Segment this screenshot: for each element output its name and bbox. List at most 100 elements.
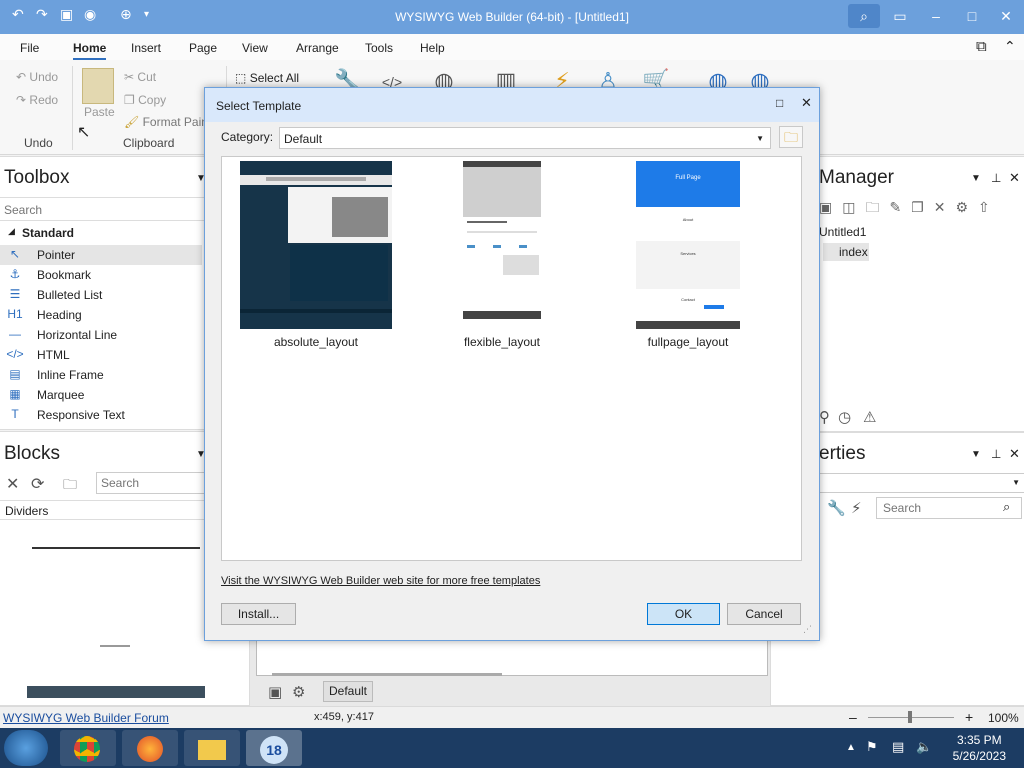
ok-button[interactable]: OK	[647, 603, 720, 625]
template-flexible-layout[interactable]: flexible_layout	[416, 161, 588, 349]
tool-item-inline-frame[interactable]: ▤ Inline Frame	[0, 365, 202, 385]
undo-button[interactable]: ↶ Undo	[16, 70, 58, 84]
toolbox-title: Toolbox	[4, 167, 70, 188]
copy-button[interactable]: ❐ Copy	[124, 93, 166, 107]
menu-help[interactable]: Help	[420, 41, 445, 55]
tool-item-marquee[interactable]: ▦ Marquee	[0, 385, 202, 405]
add-page-icon[interactable]: ▣	[268, 683, 282, 701]
zoom-slider-thumb[interactable]	[908, 711, 912, 723]
format-painter-button[interactable]: 🖌 Format Pain	[124, 115, 208, 129]
divider-preview[interactable]	[32, 547, 200, 549]
tool-item-label: Marquee	[37, 388, 85, 402]
tray-flag-icon[interactable]: ⚑	[866, 739, 878, 755]
dialog-maximize-button[interactable]: □	[776, 96, 783, 110]
manager-menu-icon[interactable]: ▼	[971, 173, 981, 184]
manager-toolbar[interactable]: ▣◫🗀✎❐✕⚙⇧	[819, 197, 1024, 219]
page-tab-default[interactable]: Default	[323, 681, 373, 702]
tool-item-label: Heading	[37, 308, 82, 322]
menu-view[interactable]: View	[242, 41, 268, 55]
browse-folder-icon[interactable]: 🗀	[779, 126, 803, 148]
tray-network-icon[interactable]: ▤	[892, 739, 904, 755]
horizontal-scrollbar[interactable]	[272, 673, 502, 676]
panel-close-icon[interactable]: ✕	[1009, 446, 1020, 462]
cut-button[interactable]: ✂ Cut	[124, 70, 156, 84]
wysiwyg-builder-icon[interactable]: 18	[246, 730, 302, 766]
start-button[interactable]	[4, 730, 48, 766]
taskbar-clock[interactable]: 3:35 PM 5/26/2023	[953, 732, 1006, 764]
minimize-button[interactable]: –	[918, 4, 954, 28]
cancel-button[interactable]: Cancel	[727, 603, 801, 625]
resize-grip-icon[interactable]: ⋰	[803, 624, 812, 635]
toolbox-search-input[interactable]	[4, 201, 202, 219]
paste-button[interactable]: Paste	[84, 105, 115, 119]
clock-time: 3:35 PM	[956, 733, 1002, 747]
object-selector[interactable]: ▼	[819, 473, 1024, 493]
maximize-button[interactable]: □	[954, 4, 990, 28]
collapse-ribbon-icon[interactable]: ⌃	[1004, 38, 1016, 55]
template-fullpage-layout[interactable]: Full Page About Services Contact fullpag…	[602, 161, 774, 349]
close-button[interactable]: ✕	[988, 4, 1024, 28]
dialog-title-bar[interactable]: Select Template □ ✕	[205, 88, 819, 122]
collapse-triangle-icon: ◢	[8, 226, 15, 236]
tool-item-bookmark[interactable]: ⚓ Bookmark	[0, 265, 202, 285]
block-folder-icon[interactable]: 🗀	[63, 474, 77, 498]
tool-item-responsive-text[interactable]: T Responsive Text	[0, 405, 202, 425]
pin-icon[interactable]: ⊥	[991, 171, 1001, 185]
hline-icon: —	[9, 327, 21, 341]
tool-item-heading[interactable]: H1 Heading	[0, 305, 202, 325]
select-all-button[interactable]: ⬚ Select All	[235, 71, 299, 85]
ribbon-display-icon[interactable]: ▭	[882, 4, 918, 28]
panel-options-icon[interactable]: ⧉	[976, 38, 987, 55]
menu-arrange[interactable]: Arrange	[296, 41, 339, 55]
wrench-small-icon[interactable]: 🔧	[827, 499, 846, 517]
tool-item-bulleted-list[interactable]: ☰ Bulleted List	[0, 285, 202, 305]
close-icon[interactable]: ✕	[6, 474, 19, 494]
code-icon: </>	[6, 347, 24, 361]
tree-site[interactable]: Untitled1	[819, 225, 866, 239]
properties-search-input[interactable]	[876, 497, 1022, 519]
menu-file[interactable]: File	[20, 41, 39, 55]
tool-item-horizontal-line[interactable]: — Horizontal Line	[0, 325, 202, 345]
menu-home[interactable]: Home	[73, 41, 107, 60]
template-name: absolute_layout	[273, 335, 359, 349]
file-explorer-icon[interactable]	[184, 730, 240, 766]
template-absolute-layout[interactable]: absolute_layout	[230, 161, 402, 349]
divider-preview-bar[interactable]	[27, 686, 205, 698]
pin-icon[interactable]: ⊥	[991, 447, 1001, 461]
blocks-category[interactable]: Dividers	[5, 504, 48, 518]
tray-expand-icon[interactable]: ▲	[846, 742, 856, 753]
zoom-out-button[interactable]: –	[849, 709, 857, 725]
more-templates-link[interactable]: Visit the WYSIWYG Web Builder web site f…	[221, 575, 540, 587]
menu-tools[interactable]: Tools	[365, 41, 393, 55]
page-canvas[interactable]	[256, 640, 768, 676]
marquee-icon: ▦	[9, 387, 21, 401]
tool-item-html[interactable]: </> HTML	[0, 345, 202, 365]
properties-menu-icon[interactable]: ▼	[971, 449, 981, 460]
pin-small-icon[interactable]: ⚲	[819, 408, 830, 426]
redo-button[interactable]: ↷ Redo	[16, 93, 58, 107]
search-icon[interactable]: ⌕	[848, 4, 880, 28]
chrome-icon[interactable]	[60, 730, 116, 766]
warning-icon[interactable]: ⚠	[863, 408, 876, 426]
zoom-in-button[interactable]: +	[965, 709, 973, 725]
install-button[interactable]: Install...	[221, 603, 296, 625]
tree-page-index[interactable]: index	[823, 243, 869, 261]
refresh-icon[interactable]: ⟳	[31, 474, 44, 494]
menu-insert[interactable]: Insert	[131, 41, 161, 55]
zoom-level: 100%	[988, 711, 1019, 725]
tool-item-pointer[interactable]: ↖ Pointer	[0, 245, 202, 265]
history-icon[interactable]: ◷	[838, 408, 851, 426]
page-settings-icon[interactable]: ⚙	[292, 683, 305, 701]
menu-page[interactable]: Page	[189, 41, 217, 55]
tray-volume-icon[interactable]: 🔈	[916, 739, 932, 755]
cursor-coordinates: x:459, y:417	[314, 711, 374, 723]
tool-item-label: Inline Frame	[37, 368, 104, 382]
category-select[interactable]: Default ▼	[279, 127, 771, 149]
events-icon[interactable]: ⚡	[851, 499, 862, 517]
search-icon: ⌕	[1003, 499, 1011, 514]
firefox-icon[interactable]	[122, 730, 178, 766]
dialog-close-button[interactable]: ✕	[801, 95, 812, 111]
taskbar: 18 ▲ ⚑ ▤ 🔈 3:35 PM 5/26/2023	[0, 728, 1024, 768]
forum-link[interactable]: WYSIWYG Web Builder Forum	[3, 711, 169, 725]
panel-close-icon[interactable]: ✕	[1009, 170, 1020, 186]
